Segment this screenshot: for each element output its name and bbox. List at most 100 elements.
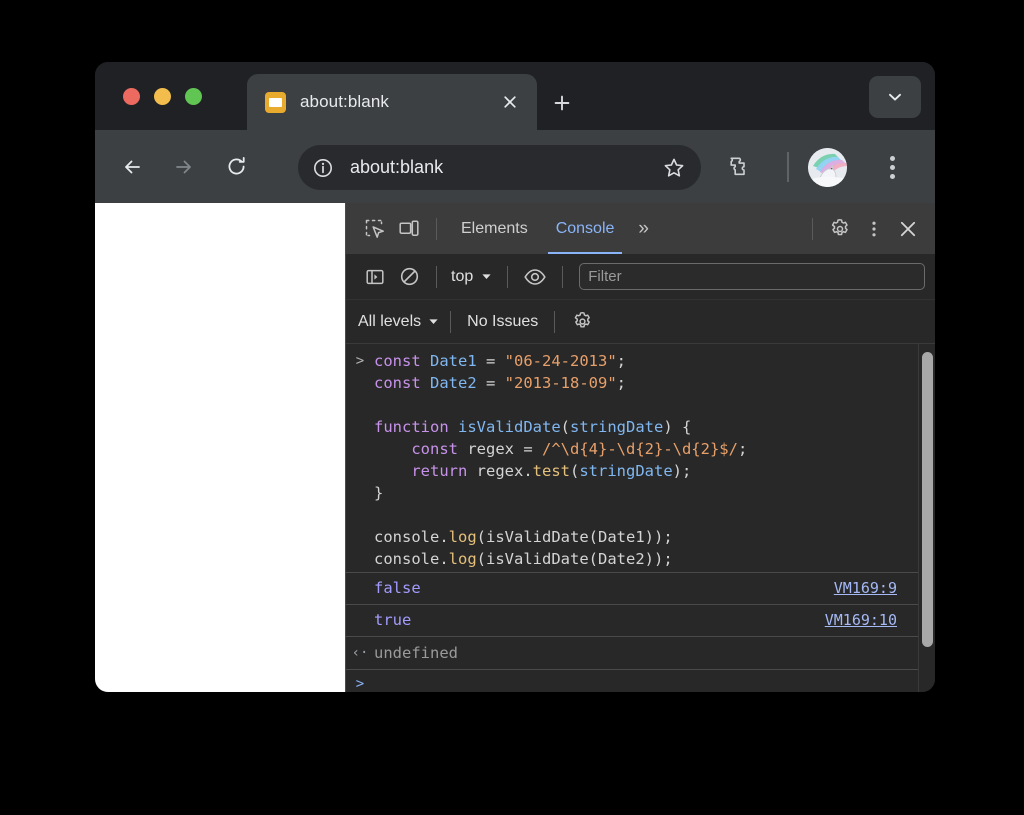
code-token: Date2 — [430, 374, 486, 392]
command-prompt-glyph: > — [355, 353, 365, 369]
browser-window: about:blank about:blank Elements Console… — [95, 62, 935, 692]
code-token: ( — [476, 528, 486, 546]
code-token: console. — [374, 550, 449, 568]
console-scrollbar[interactable] — [918, 344, 935, 692]
execution-context-select[interactable]: top — [447, 268, 497, 286]
more-options-icon[interactable] — [857, 212, 891, 246]
console-output[interactable]: > const Date1 = "06-24-2013"; const Date… — [346, 344, 935, 692]
evaluation-glyph: ‹· — [351, 645, 369, 661]
code-token: /^\d{4}-\d{2}-\d{2}$/ — [542, 440, 738, 458]
code-token: log — [448, 550, 477, 568]
console-sidebar-icon[interactable] — [358, 260, 392, 294]
code-token: ); — [672, 462, 692, 480]
code-token: ; — [616, 374, 626, 392]
extensions-puzzle-icon[interactable] — [720, 148, 758, 186]
result-value: true — [374, 611, 412, 629]
tabbar-divider-2 — [812, 217, 813, 240]
code-token: function — [374, 418, 458, 436]
console-evaluation-row: ‹· undefined — [346, 636, 919, 669]
bookmark-star-icon[interactable] — [659, 153, 689, 183]
reload-button[interactable] — [217, 148, 255, 186]
code-token: Date1 — [430, 352, 486, 370]
devtools-panel: Elements Console » top Filter All levels… — [345, 203, 935, 692]
code-token: )); — [644, 550, 673, 568]
console-command-block: > const Date1 = "06-24-2013"; const Date… — [346, 344, 919, 572]
more-tabs-icon[interactable]: » — [628, 203, 659, 254]
inspect-element-icon[interactable] — [358, 212, 392, 246]
browser-menu-icon[interactable] — [873, 148, 911, 186]
toolbar-divider — [787, 152, 789, 182]
code-token: "2013-18-09" — [504, 374, 617, 392]
code-token: = — [523, 440, 542, 458]
forward-button[interactable] — [165, 148, 203, 186]
close-devtools-icon[interactable] — [891, 212, 925, 246]
code-token: Date1 — [598, 528, 645, 546]
chevron-down-icon — [482, 274, 491, 279]
code-token: )); — [644, 528, 673, 546]
tab-elements[interactable]: Elements — [447, 203, 542, 254]
console-toolbar: top — [346, 254, 935, 300]
log-levels-label: All levels — [358, 312, 422, 330]
window-minimize-button[interactable] — [154, 88, 171, 105]
new-tab-button[interactable] — [547, 88, 577, 118]
code-token: = — [486, 352, 505, 370]
close-tab-icon[interactable] — [497, 89, 523, 115]
browser-tab[interactable]: about:blank — [247, 74, 537, 130]
code-token: isValidDate — [458, 418, 561, 436]
tab-console[interactable]: Console — [542, 203, 629, 254]
tabbar-divider-1 — [436, 217, 437, 240]
code-token: const — [374, 352, 430, 370]
code-token: stringDate — [570, 418, 664, 436]
prompt-caret-glyph: > — [355, 676, 365, 692]
code-token: ( — [588, 550, 598, 568]
code-token: Date2 — [598, 550, 645, 568]
filter-input[interactable] — [579, 263, 925, 290]
code-token: const — [411, 440, 468, 458]
back-button[interactable] — [113, 148, 151, 186]
chevron-down-icon — [429, 319, 438, 324]
code-token: regex — [467, 440, 524, 458]
page-viewport — [95, 203, 345, 692]
profile-avatar[interactable] — [808, 148, 847, 187]
device-toolbar-icon[interactable] — [392, 212, 426, 246]
code-token: ; — [737, 440, 748, 458]
result-value: false — [374, 579, 421, 597]
code-token: test — [532, 462, 570, 480]
console-toolbar-secondary: All levels No Issues — [346, 300, 935, 344]
code-token: log — [448, 528, 477, 546]
toolbar2-divider-1 — [450, 310, 452, 333]
code-token: ) { — [663, 418, 692, 436]
console-prompt-row[interactable]: > — [346, 669, 919, 692]
console-scroll-area: > const Date1 = "06-24-2013"; const Date… — [346, 344, 919, 692]
code-token: stringDate — [579, 462, 673, 480]
result-source-link[interactable]: VM169:10 — [825, 609, 919, 631]
site-info-icon[interactable] — [308, 153, 338, 183]
tab-title: about:blank — [300, 92, 390, 111]
code-token: ( — [588, 528, 598, 546]
console-toolbar-divider-2 — [507, 265, 509, 288]
execution-context-label: top — [451, 267, 474, 285]
toolbar2-divider-2 — [554, 310, 556, 333]
tab-search-button[interactable] — [869, 76, 921, 118]
log-levels-select[interactable]: All levels — [358, 313, 440, 331]
console-result-row: true VM169:10 — [346, 604, 919, 636]
window-traffic-lights — [123, 88, 202, 105]
code-token: regex. — [476, 462, 533, 480]
code-token: const — [374, 374, 430, 392]
code-token: "06-24-2013" — [504, 352, 617, 370]
settings-gear-icon[interactable] — [823, 212, 857, 246]
evaluation-value: undefined — [374, 644, 458, 662]
code-token: ( — [560, 418, 570, 436]
window-maximize-button[interactable] — [185, 88, 202, 105]
browser-toolbar: about:blank — [95, 130, 935, 203]
issues-counter[interactable]: No Issues — [461, 313, 544, 331]
address-bar[interactable]: about:blank — [298, 145, 701, 190]
result-source-link[interactable]: VM169:9 — [834, 577, 919, 599]
console-scrollbar-thumb[interactable] — [922, 352, 933, 647]
window-close-button[interactable] — [123, 88, 140, 105]
console-settings-gear-icon[interactable] — [565, 305, 599, 339]
code-token: ( — [569, 462, 580, 480]
live-expression-icon[interactable] — [518, 260, 552, 294]
clear-console-icon[interactable] — [392, 260, 426, 294]
